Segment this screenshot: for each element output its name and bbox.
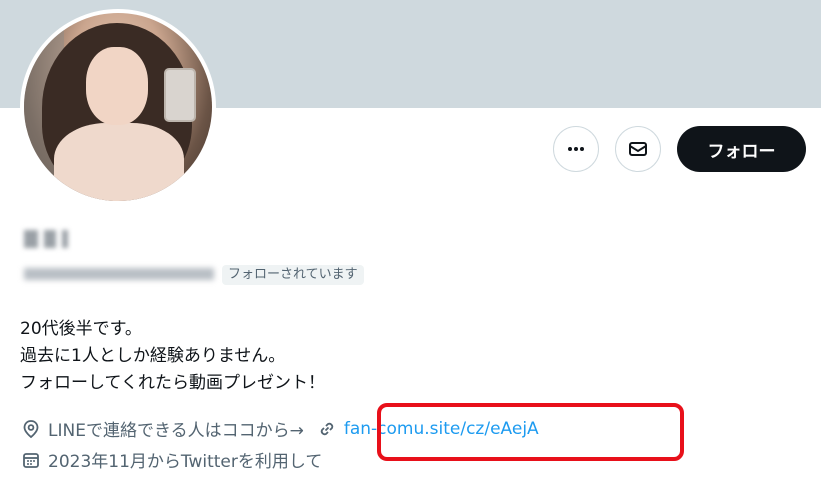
avatar-image	[24, 13, 212, 201]
location-text: LINEで連絡できる人はココから→	[48, 421, 304, 441]
calendar-icon	[20, 449, 42, 471]
bio-line: フォローしてくれたら動画プレゼント！	[20, 373, 325, 393]
bio-line: 20代後半です。	[20, 319, 142, 339]
follow-button[interactable]: フォロー	[677, 126, 806, 172]
mail-icon	[629, 142, 647, 156]
display-name-redacted	[24, 230, 68, 248]
avatar[interactable]	[20, 9, 216, 205]
profile-bio: 20代後半です。 過去に1人としか経験ありません。 フォローしてくれたら動画プレ…	[20, 316, 325, 397]
more-horizontal-icon	[568, 147, 584, 151]
location-pin-icon	[20, 418, 42, 440]
profile-meta-joined: 2023年11月からTwitterを利用して	[20, 447, 322, 472]
more-button[interactable]	[553, 126, 599, 172]
highlight-annotation-box	[377, 403, 684, 461]
joined-date-text: 2023年11月からTwitterを利用して	[48, 452, 323, 472]
bio-line: 過去に1人としか経験ありません。	[20, 346, 286, 366]
follows-you-badge: フォローされています	[222, 265, 364, 285]
link-icon	[316, 418, 338, 440]
username-redacted	[24, 268, 214, 280]
message-button[interactable]	[615, 126, 661, 172]
